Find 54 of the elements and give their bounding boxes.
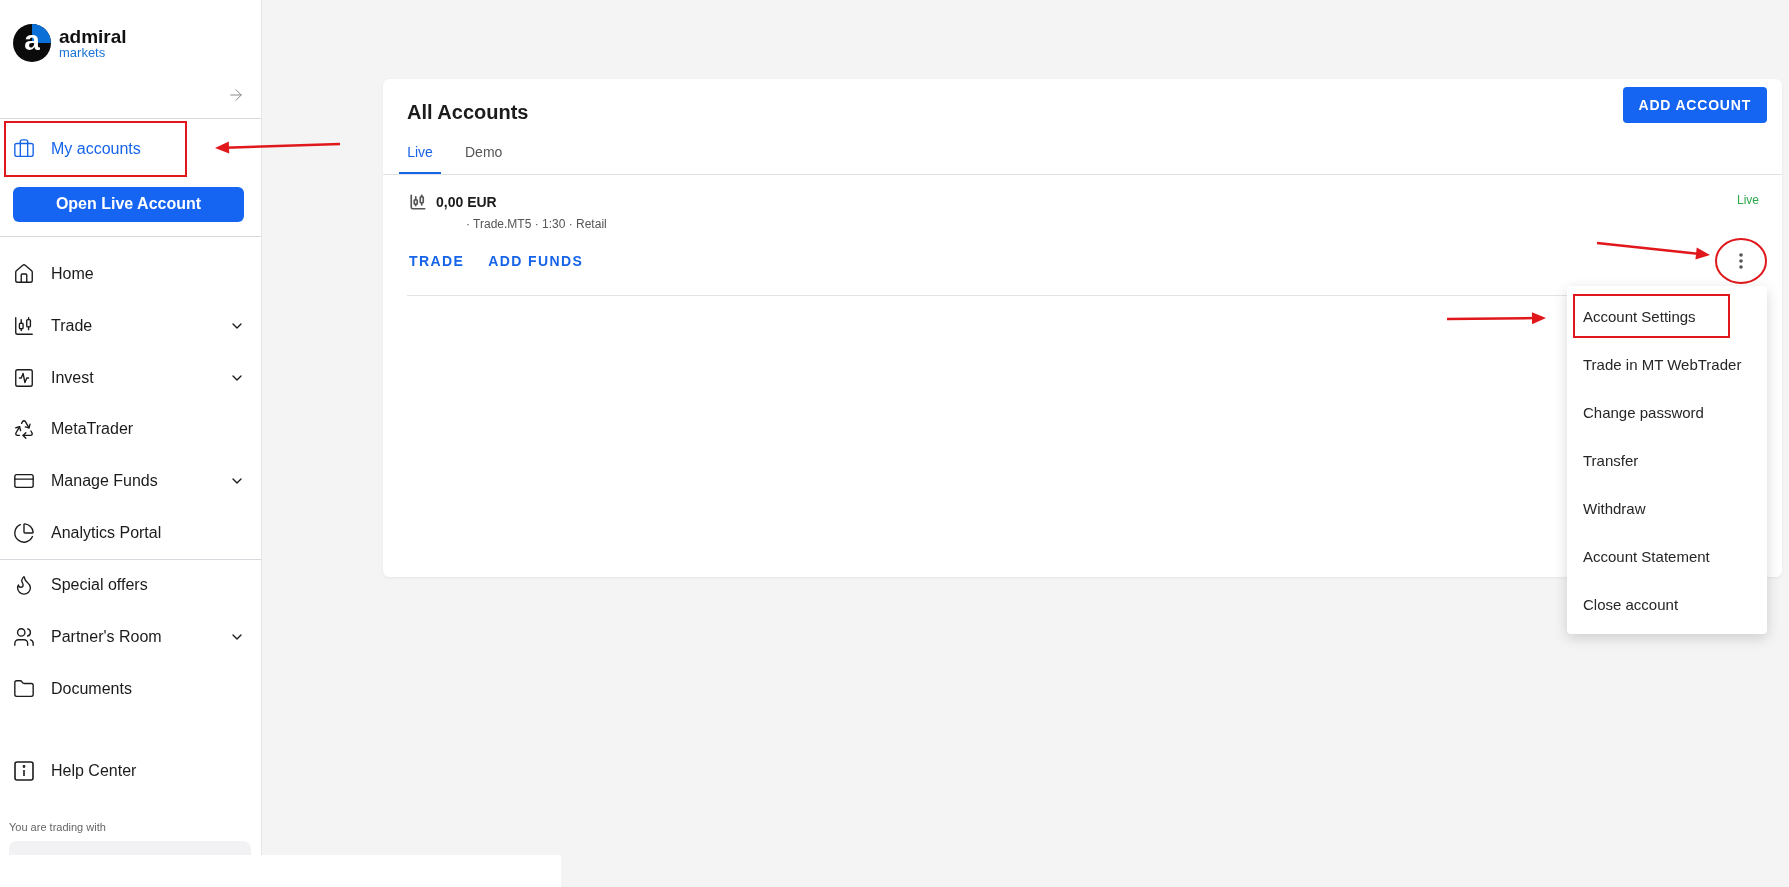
menu-item[interactable]: Change password	[1567, 388, 1767, 436]
sidebar-item[interactable]: Help Center	[0, 745, 261, 798]
sidebar-item-label: Trade	[51, 317, 94, 335]
candlestick-icon	[409, 193, 427, 211]
account-type: Live	[1737, 193, 1759, 207]
sidebar-item-label: Invest	[51, 368, 95, 387]
brand-subtitle: markets	[59, 45, 107, 59]
sidebar-item-label: Partner's Room	[51, 628, 163, 647]
sidebar-item-label: Special offers	[51, 576, 149, 595]
menu-item[interactable]: Withdraw	[1567, 484, 1767, 532]
add-account-button[interactable]: ADD ACCOUNT	[1622, 87, 1767, 123]
sidebar-item[interactable]: Manage Funds	[0, 455, 261, 507]
sidebar-item-label: MetaTrader	[51, 420, 135, 439]
info-icon	[13, 760, 35, 783]
sidebar-item[interactable]: Special offers	[0, 559, 261, 612]
account-details: · Trade.MT5 · 1:30 · Retail	[466, 217, 608, 231]
trading-with-label: You are trading with	[8, 820, 107, 836]
sidebar-item[interactable]: Analytics Portal	[0, 506, 261, 559]
sidebar-item[interactable]: Partner's Room	[0, 611, 261, 663]
account-balance: 0,00 EUR	[436, 194, 498, 210]
sidebar-item-label: Documents	[51, 679, 133, 698]
sidebar-item[interactable]: Documents	[0, 662, 261, 715]
folder-icon	[13, 677, 35, 700]
sidebar-item-label: Help Center	[51, 762, 138, 781]
account-action-link[interactable]: TRADE	[409, 253, 465, 269]
sidebar-item[interactable]: Home	[0, 248, 261, 301]
people-icon	[13, 626, 35, 649]
sidebar-item-label: My accounts	[51, 139, 142, 158]
sidebar-item-label: Manage Funds	[51, 472, 159, 491]
menu-item[interactable]: Close account	[1567, 580, 1767, 628]
chart-icon	[13, 366, 35, 389]
dots-icon	[1739, 253, 1743, 269]
briefcase-icon	[13, 137, 35, 160]
tab[interactable]: Demo	[457, 134, 511, 174]
sidebar-item-label: Analytics Portal	[51, 523, 163, 542]
sidebar-item[interactable]: Trade	[0, 300, 261, 352]
page-title: All Accounts	[407, 101, 529, 124]
candlestick-icon	[13, 315, 35, 337]
sidebar-item[interactable]: My accounts	[0, 118, 261, 179]
sidebar-item[interactable]: MetaTrader	[0, 403, 261, 456]
open-live-account-button[interactable]: Open Live Account	[13, 186, 244, 222]
menu-item[interactable]: Account Statement	[1567, 532, 1767, 580]
tab[interactable]: Live	[399, 134, 441, 174]
menu-item[interactable]: Trade in MT WebTrader	[1567, 340, 1767, 388]
brand-name: admiral	[59, 26, 127, 46]
menu-item[interactable]: Transfer	[1567, 436, 1767, 484]
sidebar-item-label: Home	[51, 265, 95, 284]
sidebar-item[interactable]: Invest	[0, 351, 261, 404]
logo-mark: a	[13, 23, 51, 62]
house-icon	[13, 263, 35, 286]
menu-item[interactable]: Account Settings	[1567, 292, 1767, 340]
pie-chart-icon	[13, 521, 35, 544]
recycle-icon	[13, 418, 35, 441]
account-action-link[interactable]: ADD FUNDS	[488, 253, 584, 269]
